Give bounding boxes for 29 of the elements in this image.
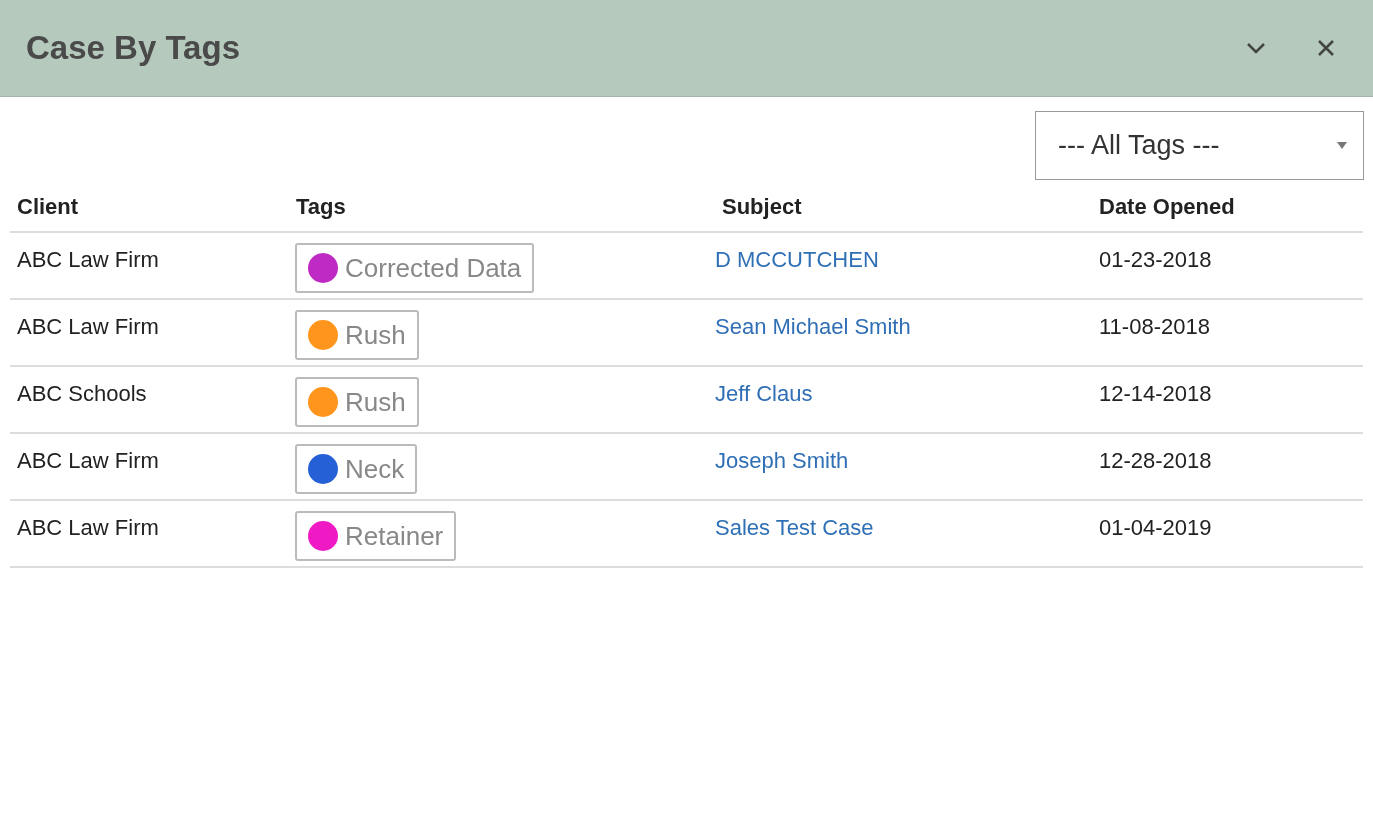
column-header: Tags [296, 194, 346, 219]
column-header: Subject [722, 194, 802, 219]
chevron-down-icon [1246, 42, 1266, 54]
table-cell: 12-28-2018 [1099, 448, 1212, 473]
subject-link[interactable]: Joseph Smith [715, 448, 849, 473]
close-icon [1317, 39, 1335, 57]
column-header: Date Opened [1099, 194, 1235, 219]
tag-filter-dropdown[interactable]: --- All Tags --- [1035, 111, 1364, 180]
tag-label: Retainer [345, 519, 444, 553]
table-cell: ABC Law Firm [17, 515, 159, 540]
subject-link[interactable]: Jeff Claus [715, 381, 813, 406]
tag-label: Rush [345, 318, 406, 352]
table-cell: ABC Law Firm [17, 448, 159, 473]
caret-icon [1337, 142, 1347, 149]
tag-label: Neck [345, 452, 405, 486]
tag-label: Rush [345, 385, 406, 419]
column-header: Client [17, 194, 79, 219]
subject-link[interactable]: D MCCUTCHEN [715, 247, 879, 272]
table-cell: ABC Schools [17, 381, 147, 406]
subject-link[interactable]: Sales Test Case [715, 515, 874, 540]
table-cell: 01-23-2018 [1099, 247, 1212, 272]
table-cell: ABC Law Firm [17, 314, 159, 339]
table-cell: 12-14-2018 [1099, 381, 1212, 406]
subject-link[interactable]: Sean Michael Smith [715, 314, 911, 339]
table-cell: ABC Law Firm [17, 247, 159, 272]
table-cell: 01-04-2019 [1099, 515, 1212, 540]
tag-label: Corrected Data [345, 251, 522, 285]
window-title: Case By Tags [26, 28, 241, 69]
table-cell: 11-08-2018 [1099, 314, 1210, 339]
